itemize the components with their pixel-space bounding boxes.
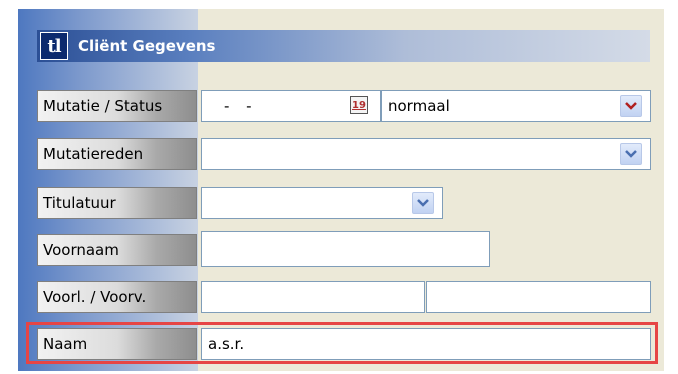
mutatie-date-value: - - [224, 97, 258, 115]
mutatie-status-label: Mutatie / Status [37, 90, 197, 122]
calendar-icon[interactable]: 19 [350, 96, 368, 114]
naam-input[interactable]: a.s.r. [201, 328, 651, 360]
titulatuur-label: Titulatuur [37, 187, 197, 219]
titulatuur-select[interactable] [201, 187, 443, 219]
app-logo-icon: tl [40, 32, 68, 60]
voorvoegsel-input[interactable] [426, 281, 651, 313]
naam-value: a.s.r. [208, 335, 245, 353]
voorletters-input[interactable] [201, 281, 425, 313]
status-dropdown-button[interactable] [620, 95, 642, 117]
voornaam-input[interactable] [201, 231, 490, 267]
voorl-voorv-label: Voorl. / Voorv. [37, 281, 197, 313]
naam-label: Naam [37, 328, 197, 360]
titulatuur-dropdown-button[interactable] [412, 192, 434, 214]
chevron-down-icon [625, 150, 637, 158]
mutatiereden-select[interactable] [201, 138, 651, 170]
mutatiereden-dropdown-button[interactable] [620, 143, 642, 165]
voornaam-label: Voornaam [37, 234, 197, 266]
chevron-down-icon [625, 102, 637, 110]
chevron-down-icon [417, 199, 429, 207]
section-header: tl Cliënt Gegevens [37, 30, 650, 62]
section-title: Cliënt Gegevens [78, 37, 216, 55]
status-select[interactable]: normaal [381, 90, 651, 122]
mutatiereden-label: Mutatiereden [37, 138, 197, 170]
status-value: normaal [388, 97, 450, 115]
